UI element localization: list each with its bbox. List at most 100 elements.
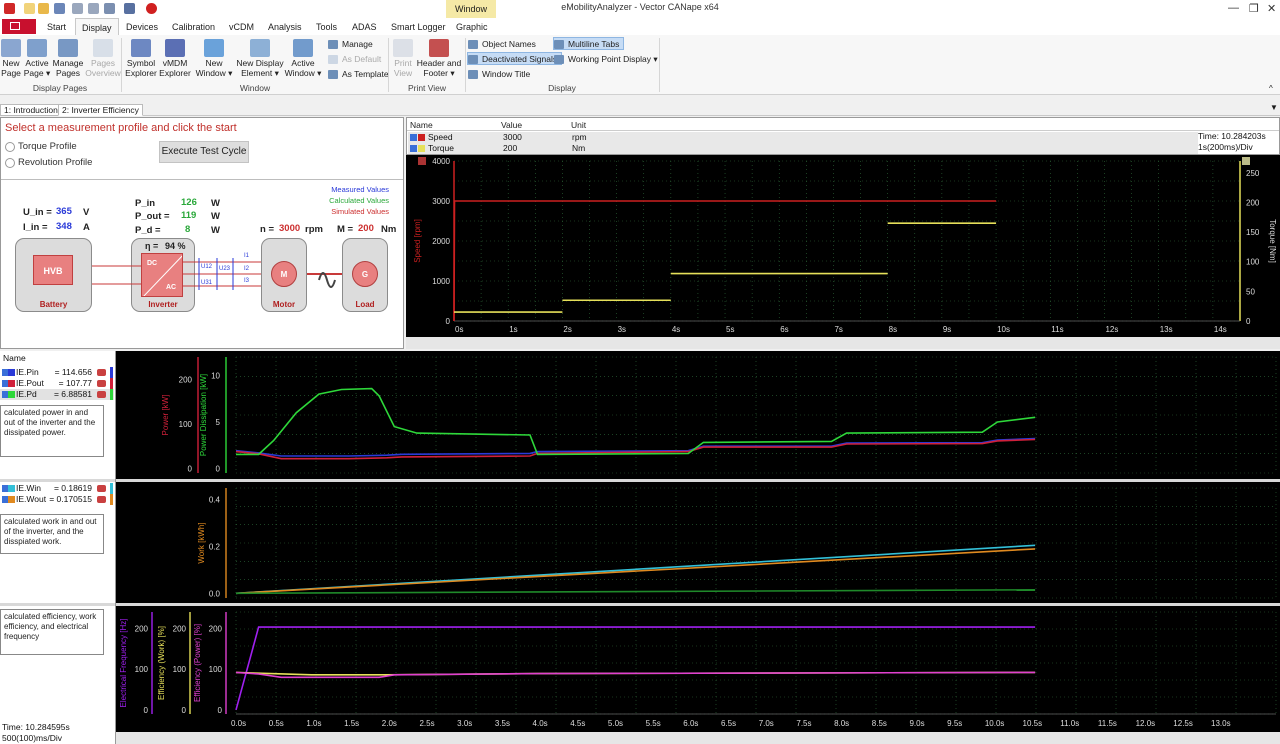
vmdm-explorer-button[interactable]: vMDM Explorer <box>158 39 192 78</box>
page-tab-introduction[interactable]: 1: Introduction <box>0 104 62 116</box>
legend-measured: Measured Values <box>331 185 389 194</box>
signal-row-ie-pd[interactable]: IE.Pd = 6.88581 <box>0 389 114 400</box>
table-row[interactable]: Torque 200 Nm <box>408 143 1198 154</box>
tab-vcdm[interactable]: vCDM <box>229 22 254 32</box>
signal-config-icon[interactable] <box>97 369 106 376</box>
new-display-element-button[interactable]: New Display Element ▾ <box>235 39 285 78</box>
header-footer-button[interactable]: Header and Footer ▾ <box>416 39 462 78</box>
load-inner-label: G <box>361 270 369 279</box>
speed-tick-label: 0 <box>446 317 451 326</box>
window-title-label: Window Title <box>482 69 531 79</box>
new-page-button[interactable]: New Page <box>1 39 21 78</box>
motor-circle: M <box>271 261 297 287</box>
power-axis-label: Power [kW] <box>161 395 170 436</box>
efficiency-chart[interactable]: 0 100 200 Electrical Frequency [Hz] 0 100 200 E… <box>116 606 1280 744</box>
m-value: 200 <box>358 223 374 234</box>
torque-profile-radio[interactable]: Torque Profile <box>5 141 77 152</box>
efficiency-work-axis-label: Efficiency (Work) [%] <box>157 626 166 700</box>
tab-display[interactable]: Display <box>75 18 119 36</box>
signal-color-chip <box>8 496 15 503</box>
signal-row-ie-win[interactable]: IE.Win = 0.18619 <box>0 483 114 494</box>
manage-button[interactable]: Manage <box>328 38 373 51</box>
work-plot[interactable]: 0.0 0.2 0.4 Work [kWh] <box>116 482 1280 603</box>
tab-smart-logger[interactable]: Smart Logger <box>391 22 446 32</box>
page-tabs-dropdown-icon[interactable]: ▼ <box>1270 103 1278 112</box>
new-page-icon <box>1 39 21 57</box>
motor-block: M Motor <box>261 238 307 312</box>
new-window-button[interactable]: New Window ▾ <box>194 39 234 78</box>
power-plot[interactable]: 0 100 200 0 5 10 Power [kW] Power Dissipation [… <box>116 351 1280 479</box>
new-display-element-icon <box>250 39 270 57</box>
signal-config-icon[interactable] <box>97 496 106 503</box>
window-title-button[interactable]: Window Title <box>468 68 530 81</box>
column-header-unit[interactable]: Unit <box>571 120 586 130</box>
manage-pages-icon <box>58 39 78 57</box>
signal-axis-marker <box>110 483 113 494</box>
as-default-button[interactable]: As Default <box>328 53 381 66</box>
power-chart[interactable]: 0 100 200 0 5 10 Power [kW] Power Dissipation [… <box>116 351 1280 479</box>
efficiency-plot[interactable]: 0 100 200 Electrical Frequency [Hz] 0 100 200 E… <box>116 606 1280 744</box>
page-tab-inverter-efficiency[interactable]: 2: Inverter Efficiency <box>58 104 143 116</box>
p-in-label: P_in <box>135 198 156 209</box>
signal-config-icon[interactable] <box>97 485 106 492</box>
deactivated-signals-button[interactable]: Deactivated Signals <box>467 52 563 65</box>
speed-torque-plot[interactable]: 0 1000 2000 3000 4000 0 50 100 150 200 250 Speed [r… <box>406 155 1280 349</box>
x-tick-label: 10s <box>997 325 1010 334</box>
work-tick-label: 0.4 <box>209 496 221 505</box>
efficiency-power-axis-label: Efficiency (Power) [%] <box>193 624 202 702</box>
multiline-tabs-button[interactable]: Multiline Tabs <box>553 37 625 50</box>
signal-table: Name Value Unit Speed 3000 rpm Torque 20… <box>406 117 1280 155</box>
speed-tick-label: 2000 <box>432 237 450 246</box>
minimize-icon[interactable]: — <box>1228 2 1239 14</box>
active-window-button[interactable]: Active Window ▾ <box>284 39 322 78</box>
file-menu-button[interactable] <box>2 19 36 34</box>
instruction-text: Select a measurement profile and click t… <box>5 122 237 134</box>
execute-test-cycle-button[interactable]: Execute Test Cycle <box>159 141 249 163</box>
pages-overview-label: Pages Overview <box>85 58 121 78</box>
active-page-button[interactable]: Active Page ▾ <box>22 39 52 78</box>
manage-pages-button[interactable]: Manage Pages <box>52 39 84 78</box>
tab-analysis[interactable]: Analysis <box>268 22 302 32</box>
power-dissipation-tick-label: 0 <box>216 464 221 473</box>
power-tick-label: 0 <box>188 465 193 474</box>
as-template-icon <box>328 70 338 79</box>
x-tick-label: 12s <box>1105 325 1118 334</box>
pages-overview-button[interactable]: Pages Overview <box>85 39 121 78</box>
x-tick-label: 4s <box>672 325 680 334</box>
i-in-value: 348 <box>56 221 72 232</box>
signal-name: Speed <box>428 132 453 142</box>
x-tick-label: 0s <box>455 325 463 334</box>
vmdm-explorer-label: vMDM Explorer <box>159 58 191 78</box>
revolution-profile-radio[interactable]: Revolution Profile <box>5 157 92 168</box>
as-template-button[interactable]: As Template <box>328 68 389 81</box>
column-header-name[interactable]: Name <box>410 120 433 130</box>
tab-devices[interactable]: Devices <box>126 22 158 32</box>
signal-name: IE.Win <box>16 483 42 493</box>
signal-row-ie-pin[interactable]: IE.Pin = 114.656 <box>0 367 114 378</box>
power-description: calculated power in and out of the inver… <box>0 405 104 457</box>
object-names-button[interactable]: Object Names <box>468 38 536 51</box>
working-point-display-button[interactable]: Working Point Display ▾ <box>554 53 658 66</box>
close-icon[interactable]: ✕ <box>1267 2 1276 15</box>
symbol-explorer-button[interactable]: Symbol Explorer <box>124 39 158 78</box>
signal-config-icon[interactable] <box>97 391 106 398</box>
tab-adas[interactable]: ADAS <box>352 22 377 32</box>
u-in-label: U_in = <box>23 207 52 218</box>
speed-torque-chart[interactable]: 0 1000 2000 3000 4000 0 50 100 150 200 250 Speed [r… <box>406 155 1280 349</box>
restore-icon[interactable]: ❐ <box>1249 2 1259 15</box>
tab-tools[interactable]: Tools <box>316 22 337 32</box>
signal-row-ie-pout[interactable]: IE.Pout = 107.77 <box>0 378 114 389</box>
table-row[interactable]: Speed 3000 rpm <box>408 132 1198 143</box>
symbol-explorer-label: Symbol Explorer <box>125 58 157 78</box>
tab-graphic[interactable]: Graphic <box>456 22 488 32</box>
column-header-value[interactable]: Value <box>501 120 522 130</box>
print-view-button[interactable]: Print View <box>391 39 415 78</box>
tab-start[interactable]: Start <box>47 22 66 32</box>
tab-calibration[interactable]: Calibration <box>172 22 215 32</box>
work-chart[interactable]: 0.0 0.2 0.4 Work [kWh] <box>116 482 1280 603</box>
signal-config-icon[interactable] <box>97 380 106 387</box>
collapse-ribbon-icon[interactable]: ^ <box>1269 84 1273 93</box>
signal-name: IE.Pout <box>16 378 44 388</box>
x-tick-label: 12.0s <box>1136 719 1156 728</box>
signal-row-ie-wout[interactable]: IE.Wout = 0.170515 <box>0 494 114 505</box>
